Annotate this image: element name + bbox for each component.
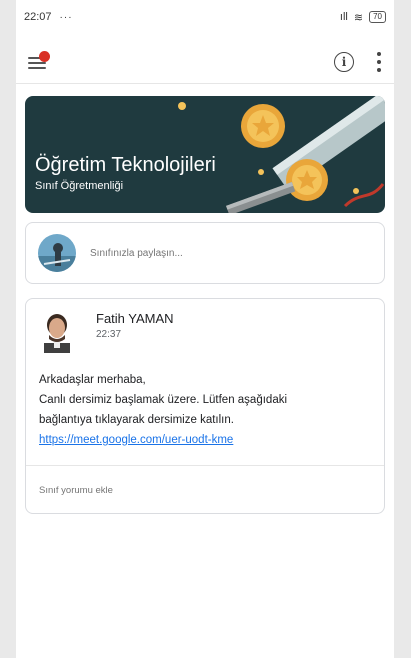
author-meta: Fatih YAMAN 22:37	[96, 311, 174, 340]
status-dots: ···	[59, 11, 73, 23]
wifi-icon: ≋	[353, 11, 364, 24]
app-bar: i	[16, 40, 394, 84]
author-avatar	[38, 311, 76, 353]
post-time: 22:37	[96, 329, 122, 340]
post-divider	[26, 465, 384, 466]
class-banner[interactable]: Öğretim Teknolojileri Sınıf Öğretmenliği	[25, 96, 385, 213]
meet-link[interactable]: https://meet.google.com/uer-uodt-kme	[39, 430, 233, 450]
signal-icon: ıll	[339, 11, 348, 23]
add-class-comment[interactable]: Sınıf yorumu ekle	[39, 485, 113, 496]
status-left: 22:07 ···	[24, 11, 73, 23]
status-time: 22:07	[24, 11, 52, 23]
post-header: Fatih YAMAN 22:37	[38, 311, 174, 353]
status-bar: 22:07 ··· ıll ≋ 70	[16, 0, 394, 34]
author-name: Fatih YAMAN	[96, 311, 174, 326]
more-vert-icon[interactable]	[376, 51, 382, 72]
post-line: bağlantıya tıklayarak dersimize katılın.	[39, 414, 234, 426]
post-line: Canlı dersimiz başlamak üzere. Lütfen aş…	[39, 394, 288, 406]
share-with-class-box[interactable]: Sınıfınızla paylaşın...	[25, 222, 385, 284]
notification-dot	[39, 50, 50, 62]
class-title: Öğretim Teknolojileri	[35, 154, 216, 176]
app-bar-actions: i	[334, 51, 382, 72]
phone-screen: 22:07 ··· ıll ≋ 70 i Öğretim Teknolojile…	[16, 0, 394, 658]
hamburger-menu-icon[interactable]	[28, 50, 50, 71]
post-line: Arkadaşlar merhaba,	[39, 374, 146, 386]
announcement-post: Fatih YAMAN 22:37 Arkadaşlar merhaba, Ca…	[25, 298, 385, 514]
battery-icon: 70	[369, 11, 386, 23]
status-right: ıll ≋ 70	[340, 11, 386, 24]
post-body: Arkadaşlar merhaba, Canlı dersimiz başla…	[39, 370, 373, 450]
info-icon[interactable]: i	[334, 51, 354, 72]
class-section: Sınıf Öğretmenliği	[35, 180, 124, 192]
user-avatar	[38, 234, 76, 272]
share-placeholder: Sınıfınızla paylaşın...	[90, 247, 183, 259]
